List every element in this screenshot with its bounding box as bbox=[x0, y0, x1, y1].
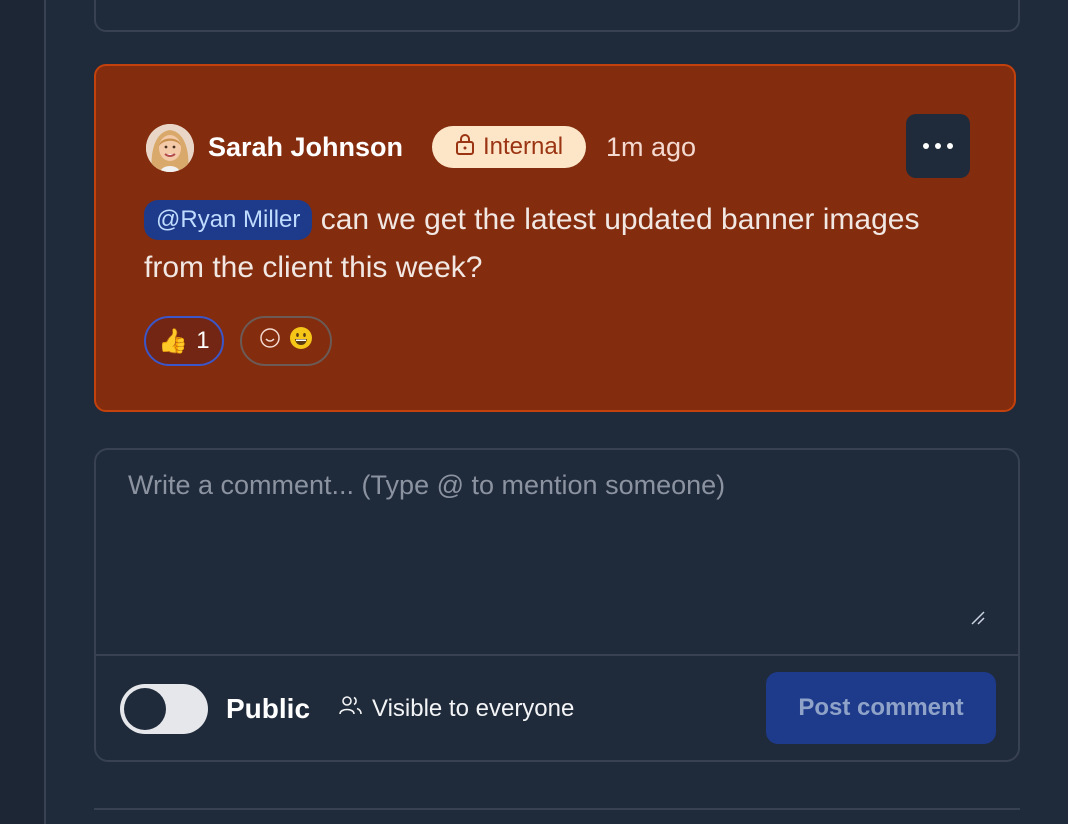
comment-composer: Public Visible to everyone Post comment bbox=[94, 448, 1020, 762]
internal-badge: Internal bbox=[432, 126, 586, 168]
thumbs-up-icon: 👍 bbox=[158, 327, 189, 355]
more-icon-dot bbox=[935, 143, 941, 149]
mention-chip[interactable]: @Ryan Miller bbox=[144, 200, 313, 240]
comment-input[interactable] bbox=[96, 450, 1018, 654]
visibility-toggle[interactable] bbox=[120, 684, 208, 734]
visibility-text: Visible to everyone bbox=[372, 695, 575, 722]
comment-card: Sarah Johnson Internal 1m ago @Ryan Mill… bbox=[94, 64, 1016, 412]
author-name: Sarah Johnson bbox=[208, 132, 404, 162]
lock-icon bbox=[455, 133, 475, 162]
grinning-face-icon bbox=[289, 326, 313, 357]
resize-handle-icon[interactable] bbox=[970, 610, 986, 626]
avatar bbox=[146, 124, 194, 172]
more-icon-dot bbox=[923, 143, 929, 149]
users-icon bbox=[338, 694, 364, 724]
more-icon-dot bbox=[947, 143, 953, 149]
reaction-count: 1 bbox=[196, 327, 210, 354]
smile-outline-icon bbox=[259, 327, 281, 356]
previous-comment-card bbox=[94, 0, 1020, 32]
more-options-button[interactable] bbox=[906, 114, 970, 178]
badge-label: Internal bbox=[482, 133, 564, 160]
toggle-label: Public bbox=[226, 693, 311, 724]
comment-body: @Ryan Miller can we get the latest updat… bbox=[144, 196, 944, 292]
post-comment-button[interactable]: Post comment bbox=[766, 672, 996, 744]
reaction-thumbs-up[interactable]: 👍 1 bbox=[144, 316, 224, 366]
left-rail bbox=[0, 0, 46, 824]
comment-timestamp: 1m ago bbox=[606, 132, 697, 162]
section-divider bbox=[94, 808, 1020, 810]
composer-divider bbox=[96, 654, 1018, 656]
add-reaction-button[interactable] bbox=[240, 316, 332, 366]
toggle-knob bbox=[124, 688, 166, 730]
visibility-info: Visible to everyone bbox=[338, 694, 574, 724]
